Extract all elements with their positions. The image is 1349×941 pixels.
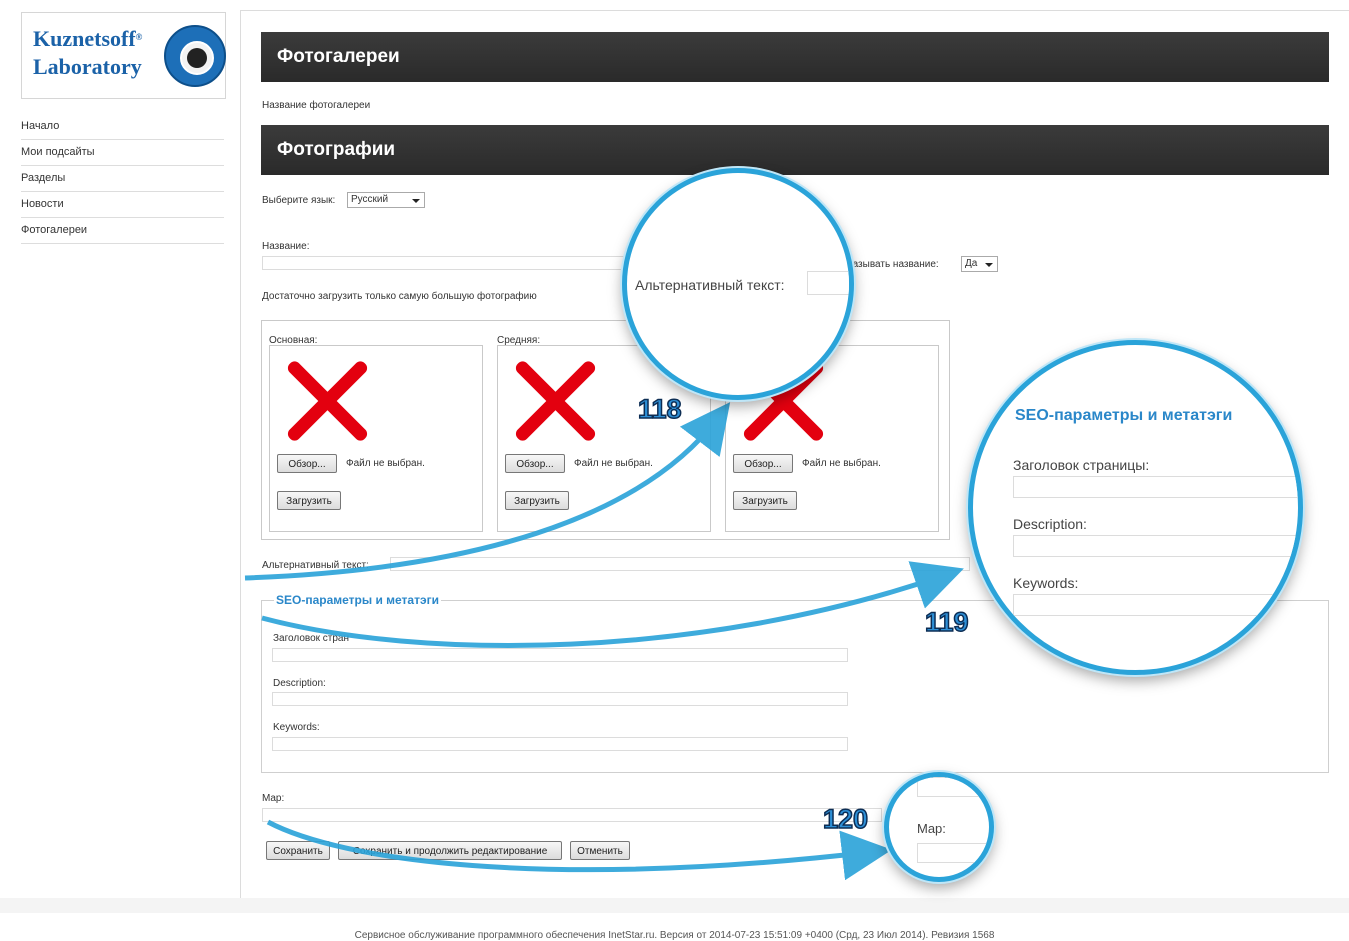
magnifier-seo: SEO-параметры и метатэги Заголовок стран… [968,340,1303,675]
alt-text-input[interactable] [390,557,970,571]
no-file-text: Файл не выбран. [802,458,881,469]
alt-text-label: Альтернативный текст: [262,560,369,571]
logo-line2: Laboratory [33,54,142,79]
chevron-down-icon [985,263,993,267]
description-input-zoomed [1013,535,1298,557]
page-title: Фотогалереи [261,32,1329,82]
page-title-meta-label: Заголовок стран [273,633,350,644]
sidebar-item-my-subsites[interactable]: Мои подсайты [21,140,224,166]
page-title-meta-input-zoomed [1013,476,1298,498]
sidebar-item-galleries[interactable]: Фотогалереи [21,218,224,244]
language-label: Выберите язык: [262,195,336,206]
photo-slot-medium: Средняя: Обзор... Файл не выбран. Загруз… [497,335,711,532]
cancel-button[interactable]: Отменить [570,841,630,860]
browse-button[interactable]: Обзор... [733,454,793,473]
browse-button[interactable]: Обзор... [505,454,565,473]
upload-button[interactable]: Загрузить [277,491,341,510]
photo-preview-box: Обзор... Файл не выбран. Загрузить [269,345,483,532]
description-label: Description: [273,678,326,689]
missing-image-icon [506,356,604,446]
keywords-input[interactable] [272,737,848,751]
upload-button[interactable]: Загрузить [505,491,569,510]
map-input-zoomed [917,843,989,863]
page-title-meta-label-zoomed: Заголовок страницы: [1013,457,1150,473]
registered-mark: ® [135,32,143,42]
callout-number-120: 120 [822,803,869,835]
language-value: Русский [351,194,389,205]
page-title-meta-input[interactable] [272,648,848,662]
no-file-text: Файл не выбран. [574,458,653,469]
keywords-label-zoomed: Keywords: [1013,575,1079,591]
show-name-select[interactable]: Да [961,256,998,272]
show-name-label: казывать название: [848,259,939,270]
keywords-input-zoomed [1013,594,1298,616]
callout-number-118: 118 [637,393,682,425]
language-select[interactable]: Русский [347,192,425,208]
photos-fieldset: Основная: Обзор... Файл не выбран. Загру… [261,320,950,540]
seo-legend: SEO-параметры и метатэги [274,593,441,607]
sidebar-item-sections[interactable]: Разделы [21,166,224,192]
description-input[interactable] [272,692,848,706]
map-label: Map: [262,793,285,804]
gallery-name-label: Название фотогалереи [262,100,371,111]
footer-text: Сервисное обслуживание программного обес… [354,930,995,941]
name-label: Название: [262,241,310,252]
chevron-down-icon [412,199,420,203]
sidebar-item-news[interactable]: Новости [21,192,224,218]
upload-hint: Достаточно загрузить только самую большу… [262,291,537,302]
photo-slot-main: Основная: Обзор... Файл не выбран. Загру… [269,335,483,532]
magnifier-map: Map: [884,772,994,882]
map-label-zoomed: Map: [917,821,946,836]
map-input-top-zoomed [917,777,989,797]
magnifier-alt-text: Альтернативный текст: [622,168,854,400]
footer-strip [0,898,1349,913]
show-name-value: Да [965,258,978,269]
alt-text-label-zoomed: Альтернативный текст: [635,277,785,293]
callout-number-119: 119 [924,606,969,638]
photos-section-title: Фотографии [261,125,1329,175]
sidebar: Kuznetsoff® Laboratory Начало Мои подсай… [0,0,234,941]
logo[interactable]: Kuznetsoff® Laboratory [21,12,226,99]
alt-text-input-zoomed [807,271,849,295]
missing-image-icon [278,356,376,446]
sidebar-nav: Начало Мои подсайты Разделы Новости Фото… [21,114,224,244]
logo-line1: Kuznetsoff [33,26,136,51]
save-continue-button[interactable]: Сохранить и продолжить редактирование [338,841,562,860]
description-label-zoomed: Description: [1013,516,1087,532]
map-input[interactable] [262,808,882,822]
no-file-text: Файл не выбран. [346,458,425,469]
keywords-label: Keywords: [273,722,320,733]
upload-button[interactable]: Загрузить [733,491,797,510]
browse-button[interactable]: Обзор... [277,454,337,473]
save-button[interactable]: Сохранить [266,841,330,860]
sidebar-item-home[interactable]: Начало [21,114,224,140]
seo-legend-zoomed: SEO-параметры и метатэги [1015,407,1233,424]
logo-text: Kuznetsoff® Laboratory [33,25,142,81]
logo-emblem-icon [164,25,226,87]
